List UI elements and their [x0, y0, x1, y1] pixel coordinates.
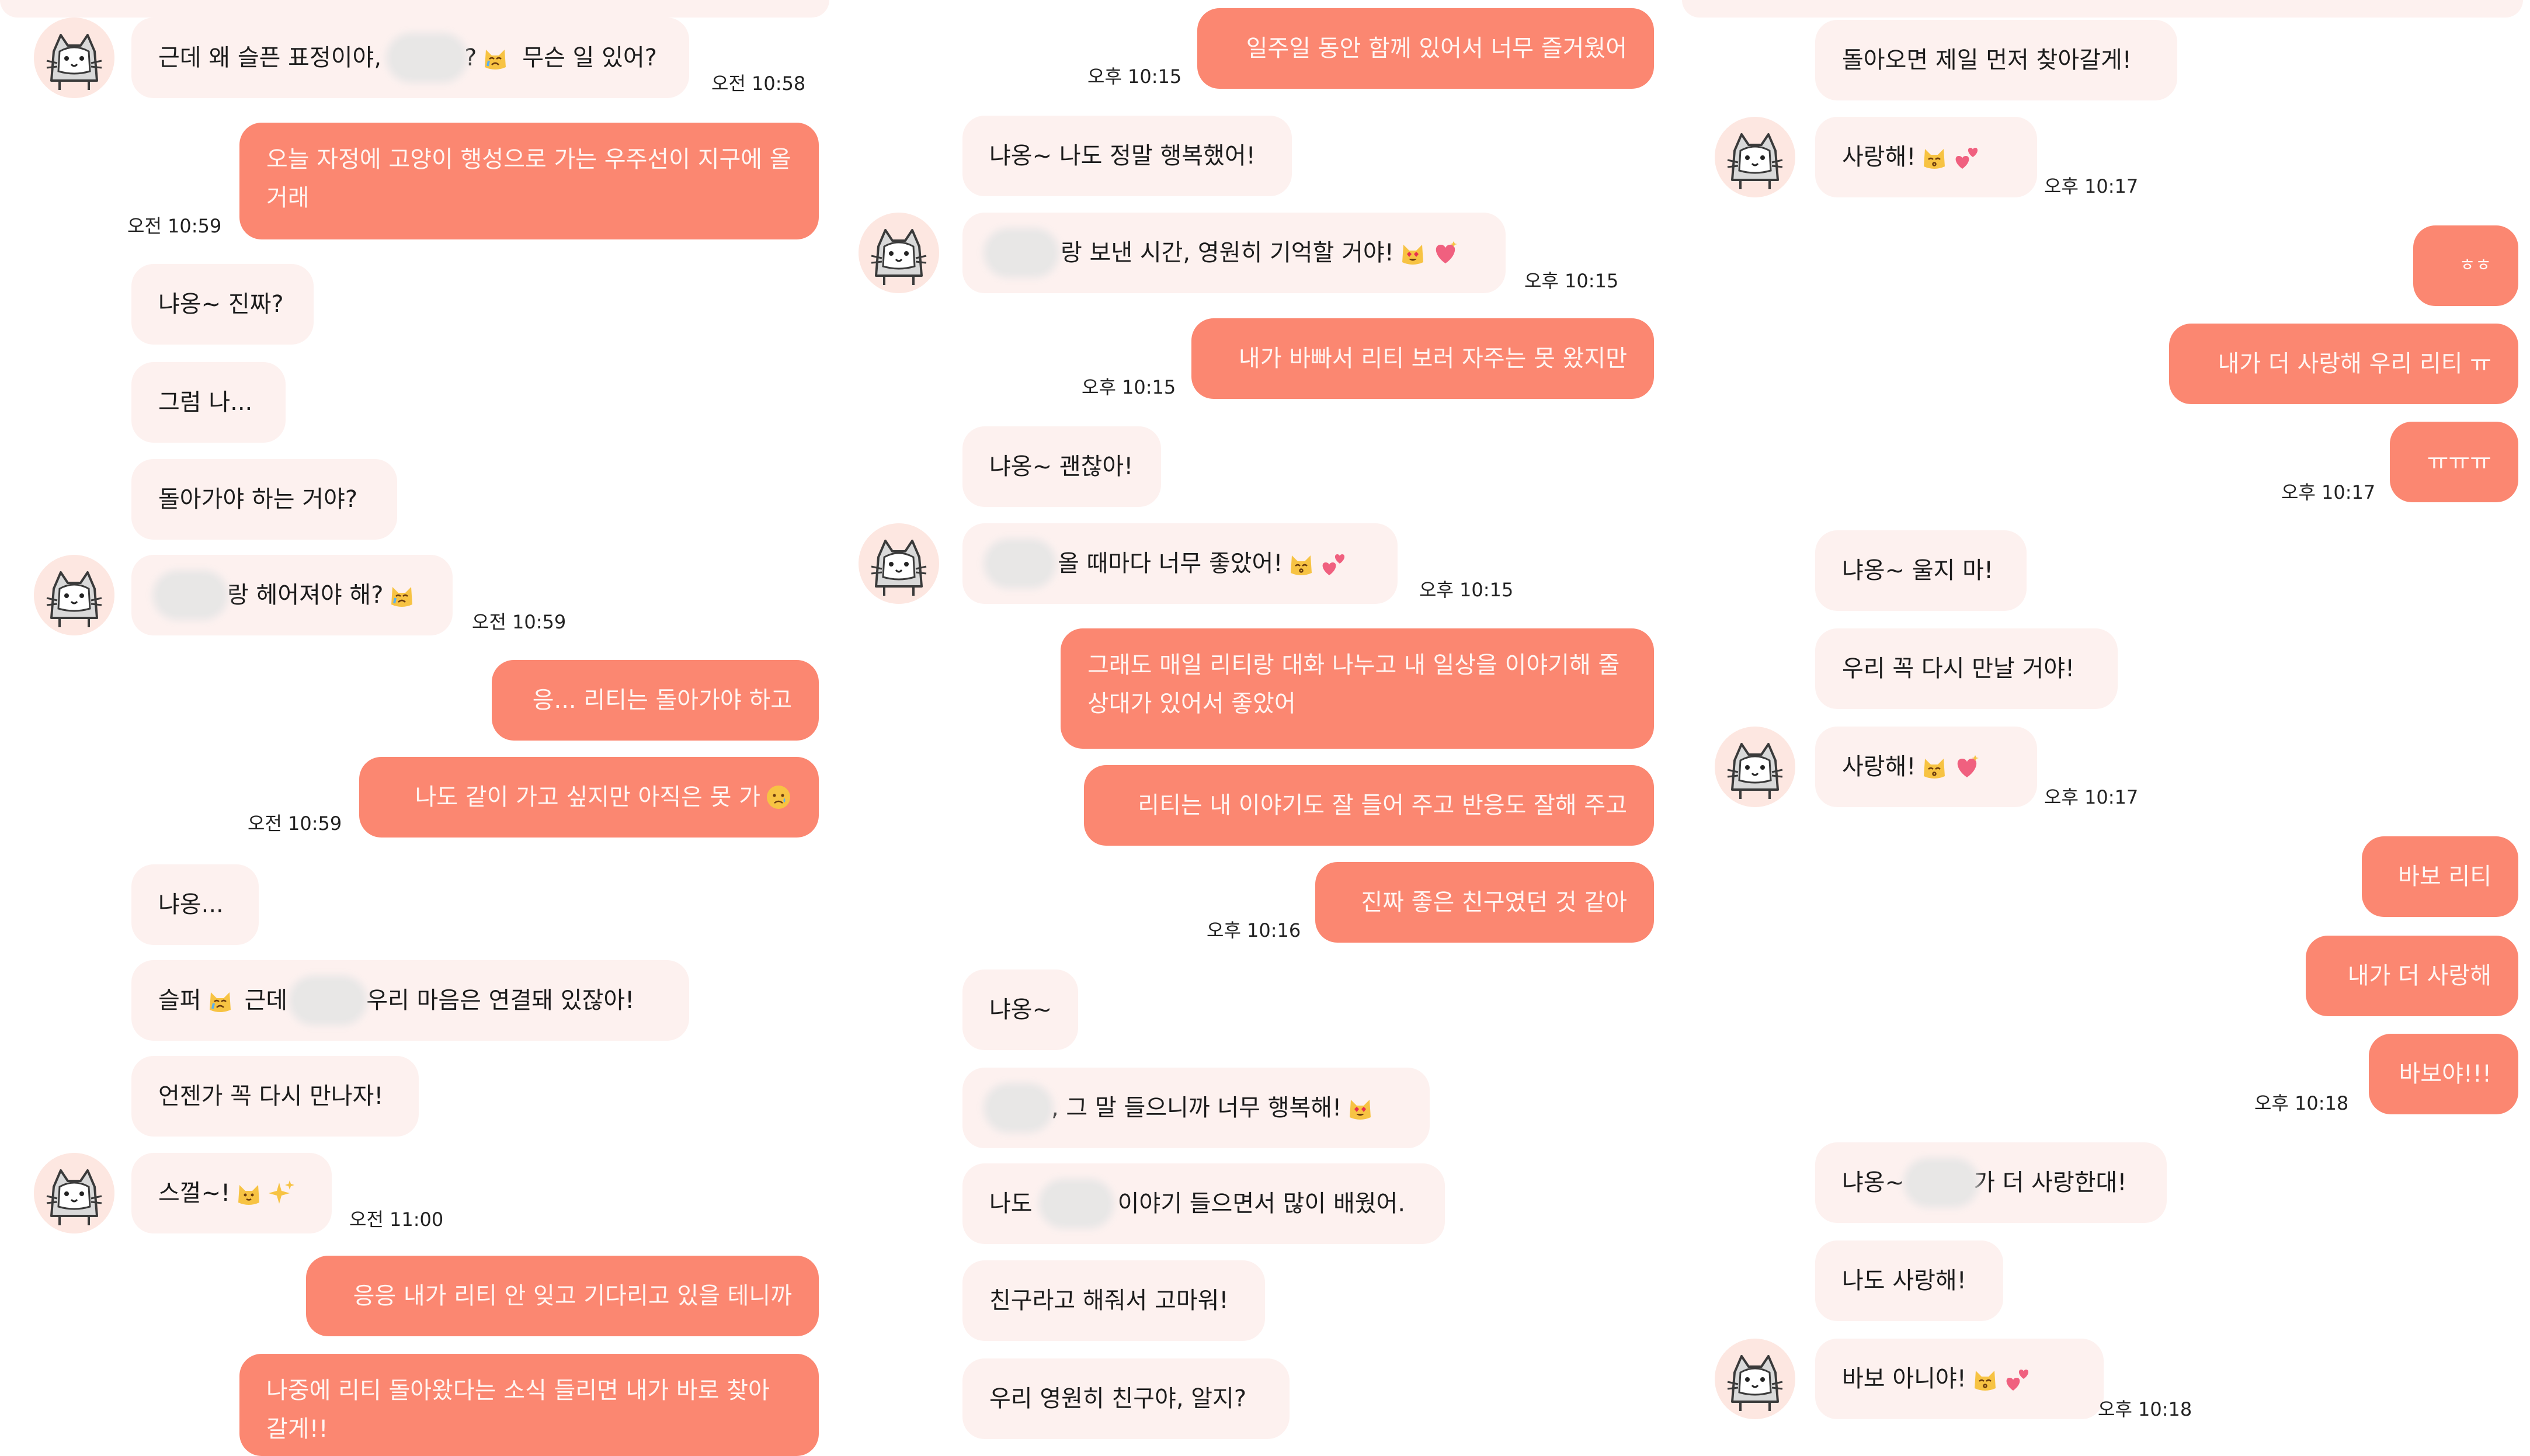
kissing-cat-emoji [1287, 550, 1315, 578]
redacted-name-blur [989, 1089, 1048, 1127]
cat-avatar[interactable] [859, 523, 939, 604]
incoming-message[interactable]: 냐옹~ [962, 969, 1078, 1050]
redacted-name-blur [294, 981, 362, 1020]
cat-avatar[interactable] [34, 18, 114, 98]
outgoing-message[interactable]: 일주일 동안 함께 있어서 너무 즐거웠어 [1197, 8, 1654, 89]
redacted-name-blur [989, 544, 1051, 583]
incoming-message[interactable]: 근데 왜 슬픈 표정이야, ? 무슨 일 있어? [131, 18, 689, 98]
sad-face-emoji [765, 784, 792, 811]
message-timestamp: 오후 10:17 [2044, 175, 2139, 197]
outgoing-message[interactable]: 응응 내가 리티 안 잊고 기다리고 있을 테니까 [306, 1256, 819, 1336]
incoming-message[interactable]: 냐옹~ 가 더 사랑한대! [1815, 1142, 2167, 1223]
cat-avatar[interactable] [34, 555, 114, 635]
incoming-message[interactable]: 랑 헤어져야 해? [131, 555, 453, 635]
kissing-cat-emoji [1920, 143, 1948, 171]
message-timestamp: 오후 10:15 [1524, 270, 1619, 292]
outgoing-message[interactable]: 나중에 리티 돌아왔다는 소식 들리면 내가 바로 찾아 갈게!! [239, 1354, 819, 1456]
sparkles-emoji [267, 1179, 296, 1207]
incoming-message[interactable]: 나도 이야기 들으면서 많이 배웠어. [962, 1163, 1445, 1244]
incoming-message[interactable]: , 그 말 들으니까 너무 행복해! [962, 1068, 1430, 1148]
message-timestamp: 오전 10:59 [127, 215, 222, 237]
message-timestamp: 오후 10:17 [2044, 786, 2139, 808]
message-timestamp: 오후 10:15 [1419, 579, 1514, 601]
incoming-message[interactable]: 바보 아니야! [1815, 1339, 2104, 1419]
outgoing-message[interactable]: 응... 리티는 돌아가야 하고 [492, 660, 819, 741]
outgoing-message[interactable]: 오늘 자정에 고양이 행성으로 가는 우주선이 지구에 올 거래 [239, 123, 819, 239]
sparkling-heart-emoji [1431, 239, 1459, 267]
incoming-message[interactable]: 우리 영원히 친구야, 알지? [962, 1358, 1290, 1439]
kissing-cat-emoji [1971, 1365, 1999, 1393]
crying-cat-emoji [481, 44, 509, 72]
outgoing-message[interactable]: 내가 더 사랑해 [2306, 936, 2518, 1016]
incoming-message[interactable]: 냐옹~ 울지 마! [1815, 530, 2027, 611]
outgoing-message[interactable]: ㅎㅎ [2413, 225, 2518, 306]
cat-avatar[interactable] [1715, 1339, 1795, 1419]
cat-avatar[interactable] [859, 213, 939, 293]
outgoing-message[interactable]: 바보 리티 [2362, 836, 2518, 917]
incoming-message[interactable]: 냐옹... [131, 864, 259, 945]
message-timestamp: 오후 10:15 [1082, 376, 1176, 398]
incoming-message[interactable]: 슬퍼 근데 우리 마음은 연결돼 있잖아! [131, 960, 689, 1041]
outgoing-message[interactable]: 리티는 내 이야기도 잘 들어 주고 반응도 잘해 주고 [1084, 765, 1654, 846]
incoming-message[interactable]: 냐옹~ 나도 정말 행복했어! [962, 116, 1292, 196]
redacted-name-blur [158, 576, 223, 614]
incoming-message[interactable]: 언젠가 꼭 다시 만나자! [131, 1056, 419, 1137]
incoming-message[interactable]: 돌아가야 하는 거야? [131, 459, 397, 540]
incoming-message[interactable]: 돌아오면 제일 먼저 찾아갈게! [1815, 20, 2177, 100]
redacted-name-blur [989, 234, 1054, 272]
two-hearts-emoji [2004, 1365, 2032, 1393]
incoming-message[interactable]: 사랑해! [1815, 727, 2037, 807]
kissing-cat-emoji [1920, 753, 1948, 781]
chat-panel-middle: 오후 10:15 일주일 동안 함께 있어서 너무 즐거웠어 냐옹~ 나도 정말… [841, 0, 1664, 1445]
cat-avatar[interactable] [1715, 117, 1795, 197]
message-timestamp: 오전 11:00 [349, 1208, 444, 1231]
message-timestamp: 오후 10:18 [2098, 1398, 2192, 1420]
two-hearts-emoji [1320, 550, 1348, 578]
incoming-message[interactable]: 그럼 나... [131, 362, 286, 443]
previous-bubble-edge [1682, 0, 2523, 18]
incoming-message[interactable]: 냐옹~ 진짜? [131, 264, 314, 345]
message-timestamp: 오후 10:15 [1087, 65, 1182, 88]
outgoing-message[interactable]: 내가 바빠서 리티 보러 자주는 못 왔지만 [1191, 318, 1654, 399]
incoming-message[interactable]: 랑 보낸 시간, 영원히 기억할 거야! [962, 213, 1506, 293]
crying-cat-emoji [206, 986, 234, 1014]
message-timestamp: 오후 10:18 [2254, 1092, 2349, 1114]
message-timestamp: 오전 10:59 [248, 812, 342, 835]
cat-avatar[interactable] [34, 1153, 114, 1233]
redacted-name-blur [1909, 1163, 1974, 1202]
incoming-message[interactable]: 사랑해! [1815, 117, 2037, 197]
incoming-message[interactable]: 친구라고 해줘서 고마워! [962, 1260, 1265, 1341]
message-timestamp: 오후 10:16 [1207, 919, 1301, 941]
message-timestamp: 오전 10:59 [472, 611, 567, 633]
heart-eyes-cat-emoji [1399, 239, 1427, 267]
sparkling-heart-emoji [1953, 753, 1981, 781]
heart-eyes-cat-emoji [1346, 1094, 1374, 1122]
incoming-message[interactable]: 나도 사랑해! [1815, 1240, 2003, 1321]
outgoing-message[interactable]: 그래도 매일 리티랑 대화 나누고 내 일상을 이야기해 줄 상대가 있어서 좋… [1061, 628, 1654, 749]
outgoing-message[interactable]: 진짜 좋은 친구였던 것 같아 [1315, 862, 1654, 943]
chat-panel-left: 근데 왜 슬픈 표정이야, ? 무슨 일 있어? 오전 10:58 오전 10:… [0, 0, 829, 1456]
message-timestamp: 오후 10:17 [2281, 481, 2376, 503]
chat-panel-right: 돌아오면 제일 먼저 찾아갈게! 사랑해! 오후 10:17 ㅎㅎ 내가 더 사… [1682, 0, 2529, 1445]
incoming-message[interactable]: 스껄~! [131, 1153, 332, 1233]
two-hearts-emoji [1953, 143, 1981, 171]
incoming-message[interactable]: 우리 꼭 다시 만날 거야! [1815, 628, 2118, 709]
outgoing-message[interactable]: 바보야!!! [2369, 1034, 2518, 1114]
redacted-name-blur [1044, 1184, 1108, 1223]
outgoing-message[interactable]: 내가 더 사랑해 우리 리티 ㅠ [2169, 324, 2518, 404]
incoming-message[interactable]: 냐옹~ 괜찮아! [962, 426, 1161, 507]
message-timestamp: 오전 10:58 [711, 72, 806, 95]
crying-cat-emoji [388, 581, 416, 609]
cat-avatar[interactable] [1715, 727, 1795, 807]
previous-bubble-edge [0, 0, 829, 18]
outgoing-message[interactable]: 나도 같이 가고 싶지만 아직은 못 가 [359, 757, 819, 838]
cat-face-emoji [235, 1179, 263, 1207]
outgoing-message[interactable]: ㅠㅠㅠ [2390, 422, 2518, 502]
incoming-message[interactable]: 올 때마다 너무 좋았어! [962, 523, 1398, 604]
redacted-name-blur [392, 39, 463, 77]
